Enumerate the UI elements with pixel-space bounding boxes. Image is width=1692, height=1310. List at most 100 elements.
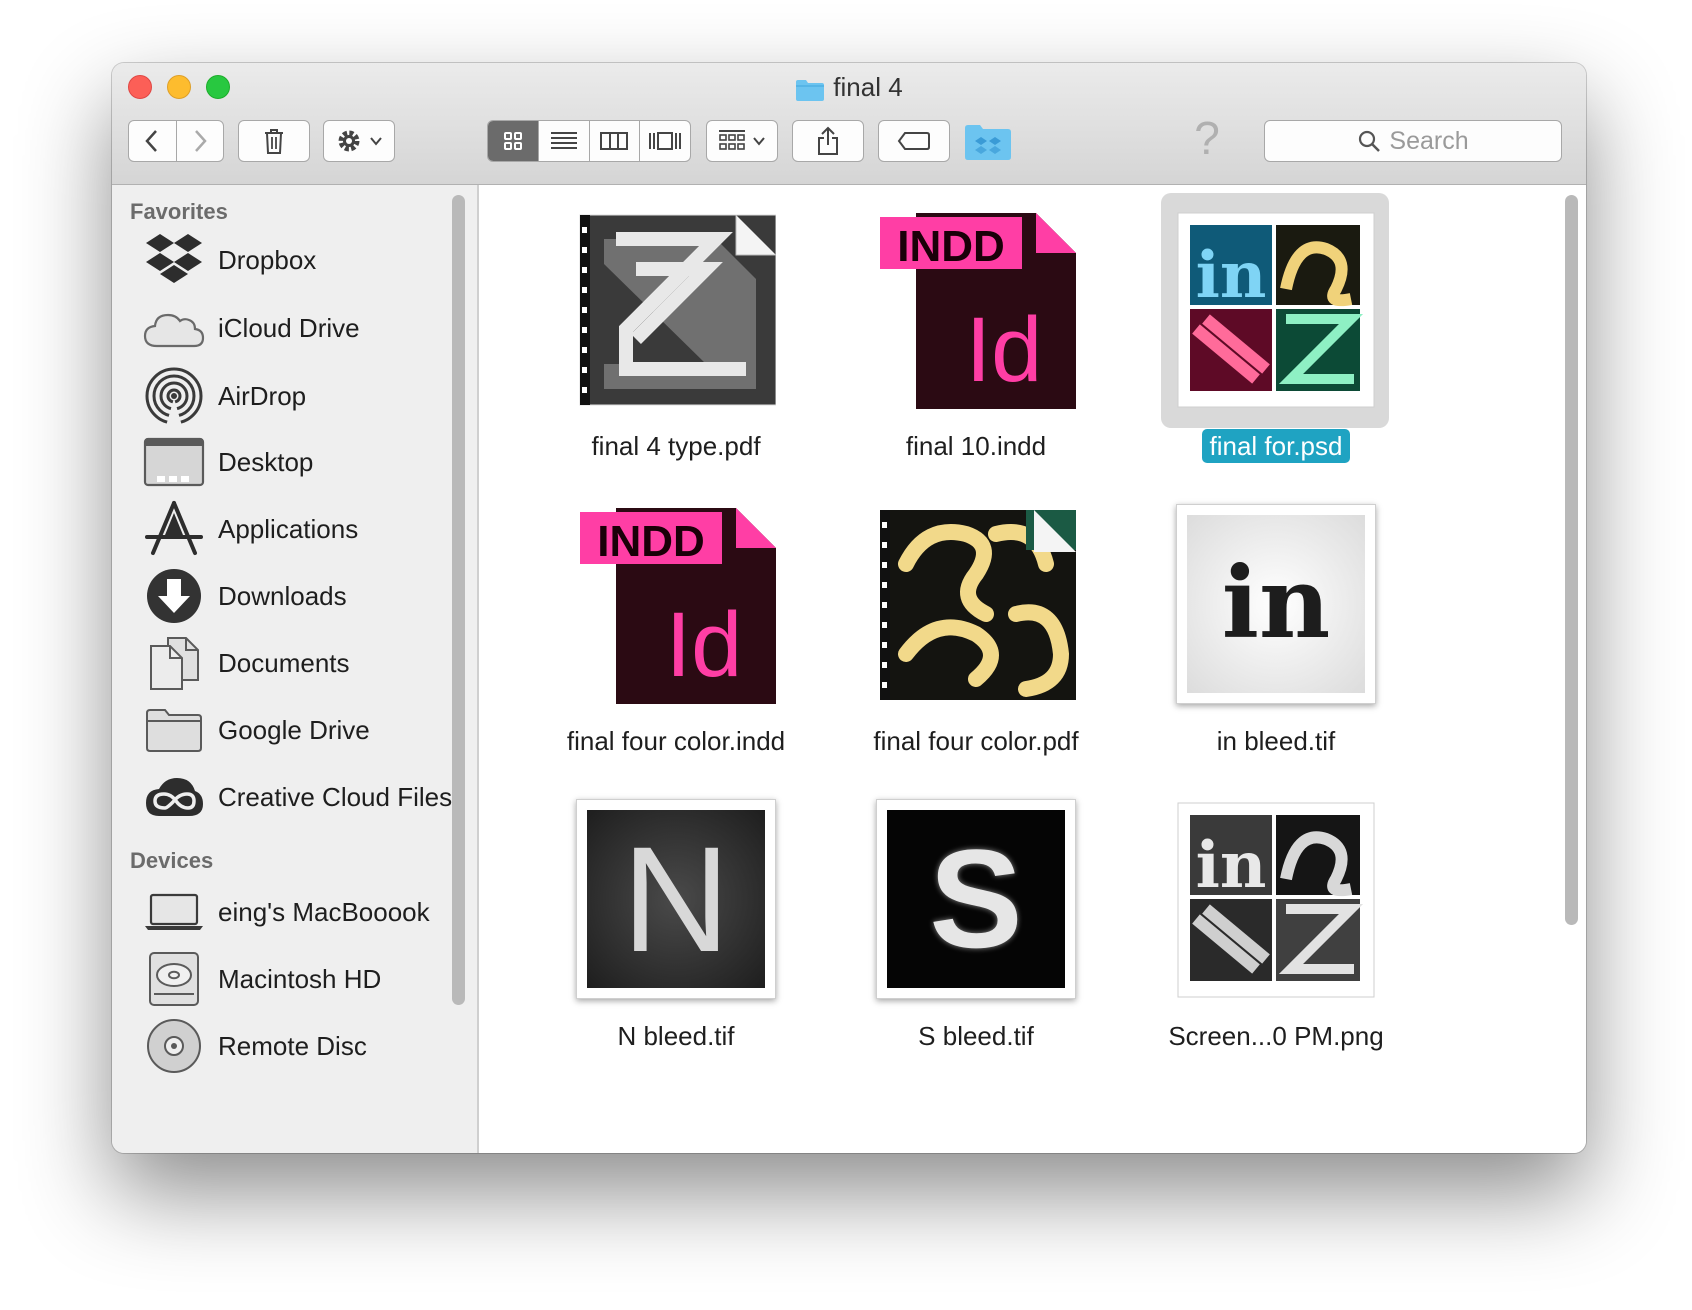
sidebar-item-label: Documents [218,647,350,678]
chevron-down-icon [753,137,765,146]
svg-text:in: in [1196,238,1267,313]
share-icon [818,126,838,155]
airdrop-icon [142,365,206,427]
file-name: final four color.pdf [873,726,1079,756]
dropbox-icon [142,229,206,291]
sidebar-item-label: eing's MacBooook [218,896,430,927]
tif-image-thumbnail: in [1176,504,1376,704]
file-item[interactable]: INDD Id final four color.indd [526,488,826,788]
downloads-icon [142,565,206,627]
window-title: final 4 [112,70,1586,110]
column-view-button[interactable] [590,121,641,161]
dropbox-folder-icon [965,125,1011,160]
folder-icon [142,699,206,761]
tag-icon [897,132,930,150]
coverflow-view-button[interactable] [640,121,690,161]
file-item[interactable]: N N bleed.tif [526,783,826,1083]
finder-window: final 4 ? Search Favorites Dropbox iClou… [112,63,1586,1153]
sidebar-item-label: Google Drive [218,714,370,745]
disc-icon [142,1015,206,1077]
pdf-document-icon [880,510,1076,700]
laptop-icon [142,881,206,943]
help-icon[interactable]: ? [1189,113,1225,163]
search-icon [1359,130,1381,152]
sidebar-item-label: iCloud Drive [218,312,360,343]
indesign-document-icon: INDD Id [880,213,1076,409]
back-button[interactable] [129,121,177,161]
file-item[interactable]: in Screen...0 PM.png [1126,783,1426,1083]
indesign-document-icon: INDD Id [580,508,776,704]
chevron-left-icon [145,130,158,152]
search-placeholder: Search [1389,126,1469,155]
sidebar-heading-devices: Devices [130,848,214,873]
file-item[interactable]: final 4 type.pdf [526,193,826,493]
harddisk-icon [142,948,206,1010]
sidebar-item-documents[interactable]: Documents [142,632,350,694]
sidebar-item-label: Dropbox [218,244,317,275]
file-name: final for.psd [1126,429,1426,463]
titlebar: final 4 ? Search [112,63,1586,185]
sidebar-item-icloud-drive[interactable]: iCloud Drive [142,297,360,359]
dropbox-toolbar-button[interactable] [964,123,1012,161]
nav-buttons [128,120,224,162]
sidebar-item-label: AirDrop [218,380,307,411]
search-field[interactable]: Search [1264,120,1562,162]
file-item[interactable]: S S bleed.tif [826,783,1126,1083]
photoshop-image-thumbnail: in [1177,212,1375,408]
file-name: final 10.indd [905,431,1047,461]
sidebar-item-remote-disc[interactable]: Remote Disc [142,1015,367,1077]
trash-icon [265,129,283,154]
coverflow-icon [649,132,682,150]
share-button[interactable] [792,120,864,162]
gear-icon [338,130,360,152]
grid-icon [503,132,522,150]
tif-glyph: S [929,820,1023,977]
arrange-button[interactable] [706,120,778,162]
creative-cloud-icon [142,766,206,828]
file-name: final 4 type.pdf [591,431,761,461]
folder-icon [795,76,825,110]
tif-glyph: N [621,815,731,983]
file-item[interactable]: INDD Id final 10.indd [826,193,1126,493]
list-view-button[interactable] [539,121,590,161]
sidebar-item-dropbox[interactable]: Dropbox [142,229,316,291]
indd-glyph: Id [966,299,1043,401]
sidebar-item-applications[interactable]: Applications [142,498,358,560]
cloud-icon [142,297,206,359]
sidebar-item-label: Remote Disc [218,1030,367,1061]
arrange-icon [719,130,745,150]
file-item-selected[interactable]: in final for.psd [1126,193,1426,493]
applications-icon [142,498,206,560]
png-image-thumbnail: in [1177,802,1375,998]
content-scrollbar[interactable] [1565,195,1578,925]
sidebar-scrollbar[interactable] [452,195,465,1005]
sidebar-item-label: Desktop [218,446,314,477]
indd-badge-text: INDD [597,517,705,566]
window-title-text: final 4 [833,72,903,102]
sidebar-item-google-drive[interactable]: Google Drive [142,699,370,761]
view-mode-control [487,120,691,162]
file-icon-grid: final 4 type.pdf INDD Id final 10.indd i… [478,185,1586,1153]
chevron-down-icon [370,137,382,146]
sidebar-item-airdrop[interactable]: AirDrop [142,365,306,427]
sidebar-item-downloads[interactable]: Downloads [142,565,347,627]
sidebar-item-macbook[interactable]: eing's MacBooook [142,881,430,943]
sidebar-item-macintosh-hd[interactable]: Macintosh HD [142,948,381,1010]
sidebar: Favorites Dropbox iCloud Drive AirDrop D… [112,185,478,1153]
tif-image-thumbnail: N [576,799,776,999]
file-name: final four color.indd [566,726,786,756]
action-menu-button[interactable] [323,120,395,162]
icon-view-button[interactable] [488,121,539,161]
sidebar-heading-favorites: Favorites [130,199,228,224]
sidebar-item-creative-cloud-files[interactable]: Creative Cloud Files [142,766,452,828]
svg-text:in: in [1196,828,1267,903]
file-name: Screen...0 PM.png [1168,1021,1384,1051]
file-item[interactable]: final four color.pdf [826,488,1126,788]
sidebar-item-desktop[interactable]: Desktop [142,431,313,493]
trash-button[interactable] [238,120,310,162]
file-item[interactable]: in in bleed.tif [1126,488,1426,788]
sidebar-item-label: Applications [218,513,359,544]
file-name: in bleed.tif [1216,726,1336,756]
forward-button[interactable] [177,121,223,161]
tags-button[interactable] [878,120,950,162]
